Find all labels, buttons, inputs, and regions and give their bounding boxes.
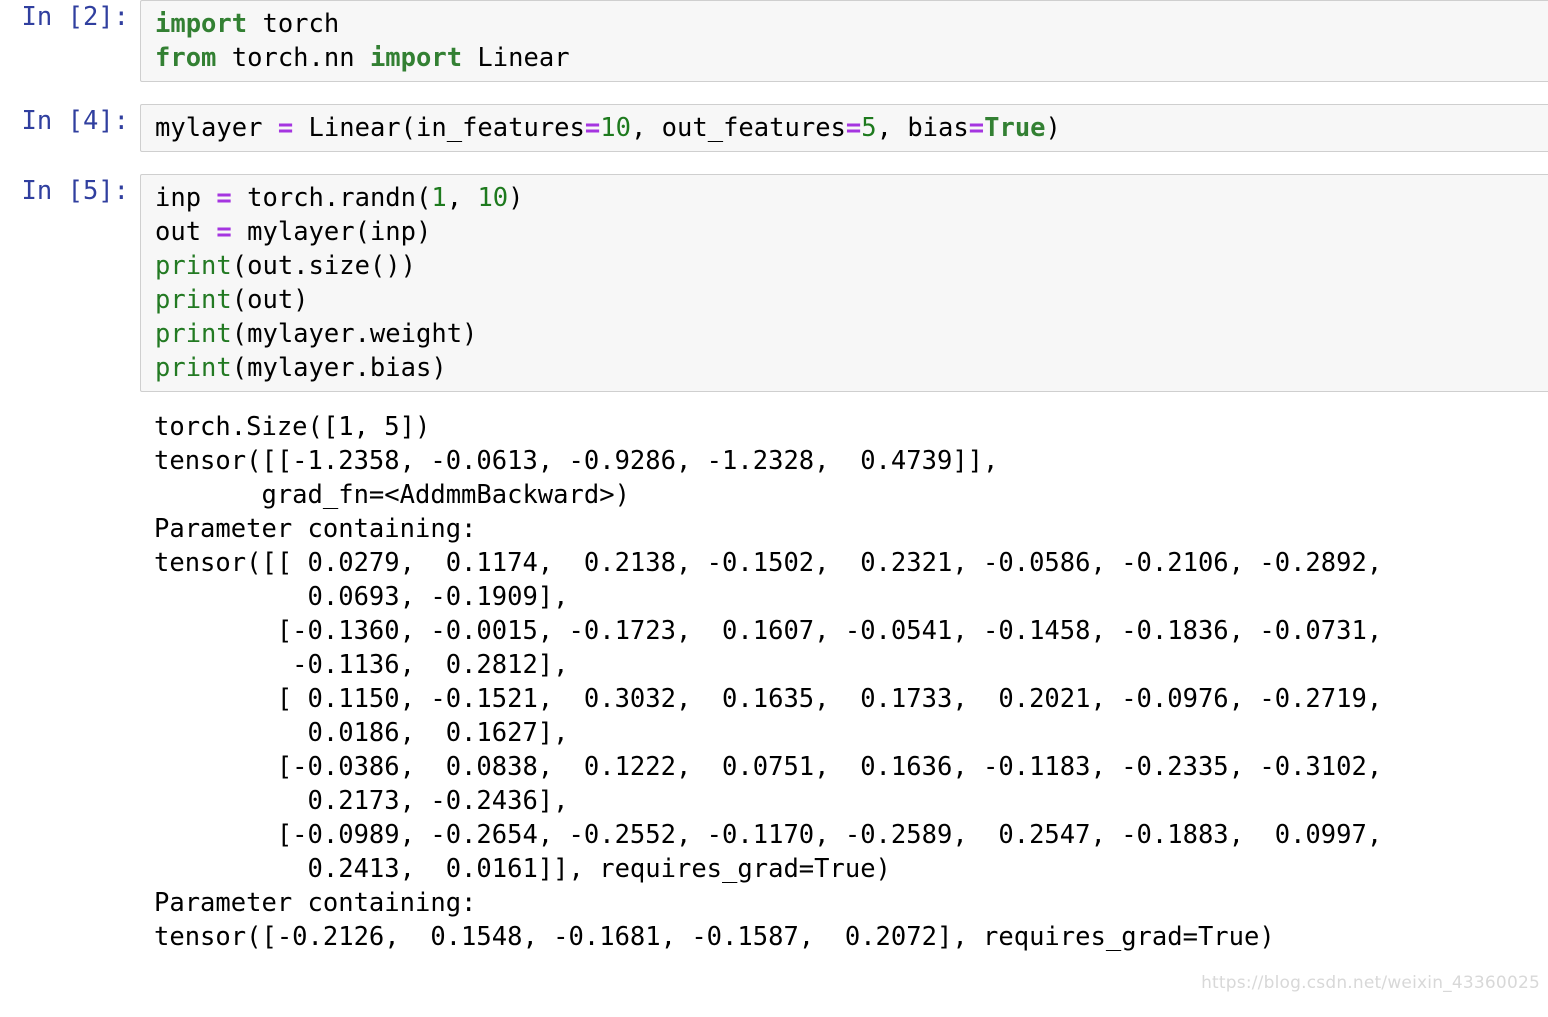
code-token-num: 5 (861, 113, 877, 143)
code-token-op: = (968, 113, 985, 143)
output-spacer (140, 392, 1548, 410)
notebook: In [2]: import torch from torch.nn impor… (0, 0, 1548, 954)
cell-body: import torch from torch.nn import Linear (140, 0, 1548, 82)
code-token-plain: , bias (876, 113, 969, 143)
code-token-num: 1 (431, 183, 447, 213)
code-token-plain: Linear (462, 43, 570, 73)
code-token-plain: (out.size()) (231, 251, 416, 281)
code-token-op: = (216, 183, 232, 213)
code-token-bi: print (155, 353, 232, 383)
code-token-op: = (584, 113, 601, 143)
code-token-num: 10 (600, 113, 631, 143)
code-token-plain: torch (247, 9, 340, 39)
cell-spacer (0, 82, 1548, 104)
code-input-area[interactable]: inp = torch.randn(1, 10) out = mylayer(i… (140, 174, 1548, 392)
code-token-plain: torch.nn (216, 43, 370, 73)
code-token-op: = (216, 217, 232, 247)
cell-prompt-label: In [2]: (21, 2, 129, 32)
notebook-cell[interactable]: In [2]: import torch from torch.nn impor… (0, 0, 1548, 82)
code-token-plain: (out) (231, 285, 309, 315)
code-token-plain: , (446, 183, 478, 213)
cell-output-area: torch.Size([1, 5]) tensor([[-1.2358, -0.… (140, 410, 1548, 954)
code-token-plain: mylayer (155, 113, 278, 143)
cell-spacer (0, 152, 1548, 174)
code-source[interactable]: import torch from torch.nn import Linear (155, 7, 1548, 75)
cell-body: inp = torch.randn(1, 10) out = mylayer(i… (140, 174, 1548, 954)
notebook-cell[interactable]: In [4]: mylayer = Linear(in_features=10,… (0, 104, 1548, 152)
cell-prompt-label: In [5]: (21, 176, 129, 206)
code-token-plain: Linear(in_features (293, 113, 585, 143)
output-stream-text: torch.Size([1, 5]) tensor([[-1.2358, -0.… (154, 412, 1383, 952)
code-token-plain: ) (1045, 113, 1061, 143)
code-source[interactable]: inp = torch.randn(1, 10) out = mylayer(i… (155, 181, 1548, 385)
cell-prompt-label: In [4]: (21, 106, 129, 136)
code-token-plain: mylayer(inp) (231, 217, 432, 247)
watermark: https://blog.csdn.net/weixin_43360025 (1201, 973, 1540, 993)
code-token-bi: print (155, 251, 232, 281)
code-token-kw: from (155, 43, 217, 73)
code-token-num: 10 (477, 183, 509, 213)
code-token-op: = (845, 113, 862, 143)
code-token-bi: print (155, 285, 232, 315)
code-token-kw: import (155, 9, 248, 39)
code-token-bi: print (155, 319, 232, 349)
code-token-plain: out (155, 217, 217, 247)
code-token-kw: True (984, 113, 1046, 143)
code-token-plain: (mylayer.weight) (231, 319, 478, 349)
code-token-op: = (277, 113, 294, 143)
notebook-cell[interactable]: In [5]: inp = torch.randn(1, 10) out = m… (0, 174, 1548, 954)
code-token-plain: (mylayer.bias) (231, 353, 447, 383)
cell-body: mylayer = Linear(in_features=10, out_fea… (140, 104, 1548, 152)
code-source[interactable]: mylayer = Linear(in_features=10, out_fea… (155, 111, 1548, 145)
code-input-area[interactable]: import torch from torch.nn import Linear (140, 0, 1548, 82)
code-token-plain: inp (155, 183, 217, 213)
code-token-plain: , out_features (630, 113, 846, 143)
code-input-area[interactable]: mylayer = Linear(in_features=10, out_fea… (140, 104, 1548, 152)
code-token-kw: import (369, 43, 463, 73)
code-token-plain: ) (508, 183, 524, 213)
code-token-plain: torch.randn( (231, 183, 432, 213)
